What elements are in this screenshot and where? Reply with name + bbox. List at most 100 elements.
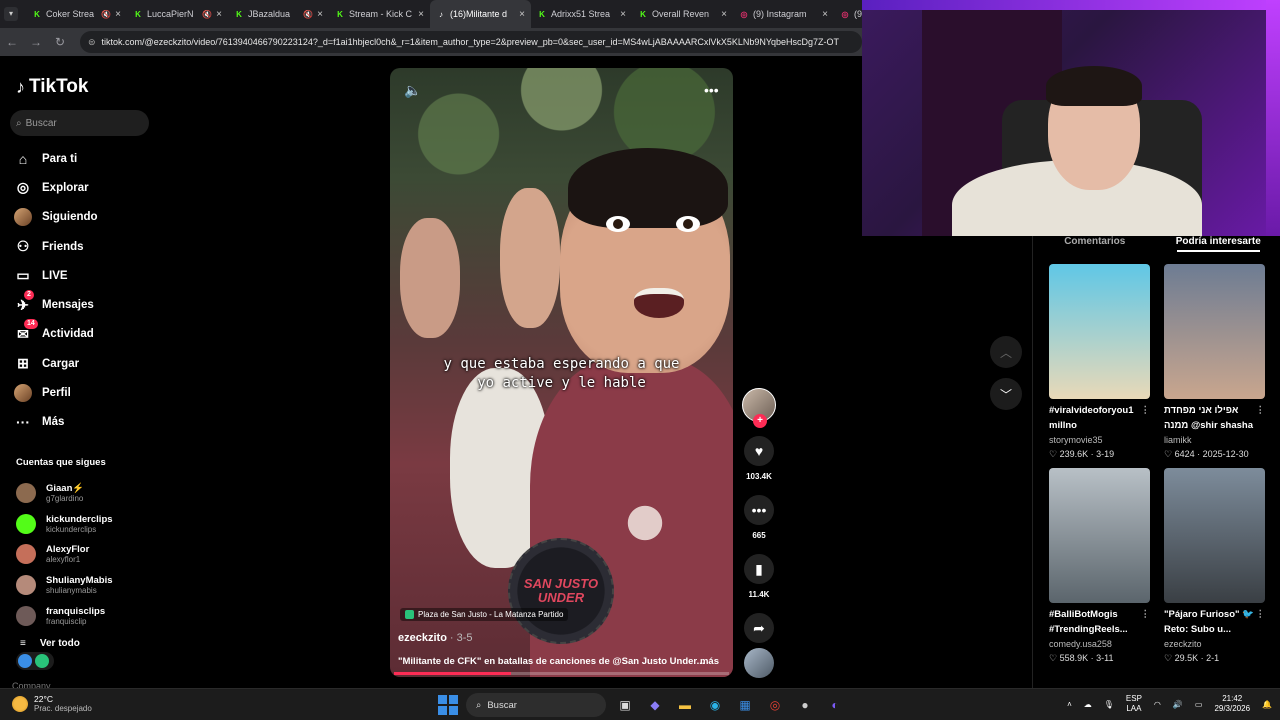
video-author[interactable]: storymovie35 — [1049, 433, 1150, 448]
browser-tab[interactable]: K Overall Reven × — [632, 0, 733, 28]
notifications-bell-icon[interactable]: 🔔 — [1262, 700, 1272, 709]
close-tab-icon[interactable]: × — [317, 9, 323, 20]
more-options-icon[interactable]: ••• — [704, 82, 719, 98]
video-thumbnail[interactable] — [1164, 264, 1265, 399]
battery-icon[interactable]: ▭ — [1195, 700, 1203, 709]
browser-tab[interactable]: K Stream - Kick C × — [329, 0, 430, 28]
nav-item-para-ti[interactable]: ⌂ Para ti — [14, 144, 154, 173]
nav-item-cargar[interactable]: ⊞ Cargar — [14, 349, 154, 378]
browser-tab[interactable]: ◎ (9) Instagram × — [733, 0, 834, 28]
more-options-icon[interactable]: ⋮ — [1141, 607, 1151, 637]
suggested-video-card[interactable]: #BalliBotMogis #TrendingReels... ⋮ comedy.… — [1049, 468, 1150, 665]
video-thumbnail[interactable] — [1164, 468, 1265, 603]
nav-item-más[interactable]: ··· Más — [14, 408, 154, 437]
location-tag[interactable]: Plaza de San Justo - La Matanza Partido — [400, 608, 569, 621]
following-account[interactable]: kickunderclips kickunderclips — [16, 509, 156, 540]
following-account[interactable]: ShulianyMabis shulianymabis — [16, 570, 156, 601]
nav-item-actividad[interactable]: ✉ 14 Actividad — [14, 319, 154, 349]
see-all-link[interactable]: ≡ Ver todo — [20, 638, 80, 649]
comment-button[interactable]: ••• 665 — [740, 495, 778, 540]
close-tab-icon[interactable]: × — [721, 9, 727, 20]
weather-widget[interactable]: 22°C Prac. despejado — [12, 694, 92, 714]
volume-icon[interactable]: 🔊 — [1173, 700, 1183, 709]
close-tab-icon[interactable]: × — [620, 9, 626, 20]
more-options-icon[interactable]: ⋮ — [1256, 403, 1266, 433]
browser-tab[interactable]: K Adrixx51 Strea × — [531, 0, 632, 28]
video-author[interactable]: ezeckzito · 3-5 — [398, 632, 473, 644]
chrome-icon[interactable]: ◎ — [764, 694, 786, 716]
location-text: Plaza de San Justo - La Matanza Partido — [418, 610, 564, 619]
more-options-icon[interactable]: ⋮ — [1141, 403, 1151, 433]
like-button[interactable]: ♥ 103.4K — [740, 436, 778, 481]
suggested-video-card[interactable]: "Pájaro Furioso" 🐦 Reto: Subo u... ⋮ ezeck… — [1164, 468, 1265, 665]
video-author[interactable]: comedy.usa258 — [1049, 637, 1150, 652]
floating-extension-button[interactable] — [16, 652, 54, 670]
more-link[interactable]: más — [700, 656, 719, 667]
background-person — [400, 218, 460, 338]
network-icon[interactable]: ☁ — [1084, 700, 1092, 709]
video-thumbnail[interactable] — [1049, 264, 1150, 399]
suggested-video-card[interactable]: אפילו אני מפחדת ממנה @shir shasha ⋮ liamik… — [1164, 264, 1265, 461]
close-tab-icon[interactable]: × — [418, 9, 424, 20]
obs-icon[interactable]: ● — [794, 694, 816, 716]
more-options-icon[interactable]: ⋮ — [1256, 607, 1266, 637]
tab-comments[interactable]: Comentarios — [1033, 236, 1157, 250]
tiktok-logo[interactable]: ♪ TikTok — [16, 76, 88, 98]
browser-tab[interactable]: K JBazaldua 🔇 × — [228, 0, 329, 28]
browser-tab[interactable]: K Coker Strea 🔇 × — [26, 0, 127, 28]
microphone-icon[interactable]: 🎙 — [1104, 700, 1114, 709]
reload-icon[interactable]: ↻ — [48, 35, 72, 49]
video-progress-bar[interactable] — [394, 672, 729, 675]
nav-item-live[interactable]: ▭ LIVE — [14, 261, 154, 290]
previous-video-chevron-up-icon[interactable]: ︿ — [990, 336, 1022, 368]
follow-plus-icon[interactable]: + — [753, 414, 767, 428]
following-account[interactable]: Giaan⚡ g7glardino — [16, 478, 156, 509]
close-tab-icon[interactable]: × — [822, 9, 828, 20]
close-tab-icon[interactable]: × — [115, 9, 121, 20]
nav-item-perfil[interactable]: Perfil — [14, 378, 154, 407]
muted-speaker-icon[interactable]: 🔇 — [303, 10, 313, 19]
tab-search-icon[interactable]: ▾ — [4, 7, 18, 21]
nav-item-siguiendo[interactable]: Siguiendo — [14, 203, 154, 232]
search-input[interactable]: ⌕ Buscar — [10, 110, 149, 136]
tray-chevron-up-icon[interactable]: ˄ — [1067, 700, 1072, 709]
following-account[interactable]: AlexyFlor alexyflor1 — [16, 539, 156, 570]
back-icon[interactable]: ← — [0, 35, 24, 49]
video-player[interactable]: 🔈 ••• y que estaba esperando a que yo ac… — [390, 68, 733, 677]
video-description: "Militante de CFK" en batallas de cancio… — [398, 656, 723, 667]
browser-tab[interactable]: ♪ (16)Militante d × — [430, 0, 531, 28]
language-indicator[interactable]: ESP LAA — [1126, 694, 1142, 714]
nav-item-mensajes[interactable]: ✈ 2 Mensajes — [14, 290, 154, 319]
browser-tab[interactable]: K LuccaPierN 🔇 × — [127, 0, 228, 28]
site-info-icon[interactable]: ⊜ — [88, 37, 96, 47]
forward-icon[interactable]: → — [24, 35, 48, 49]
windows-start-icon[interactable] — [438, 695, 458, 715]
tab-suggested[interactable]: Podría interesarte — [1157, 236, 1280, 252]
muted-speaker-icon[interactable]: 🔇 — [101, 10, 111, 19]
copilot-icon[interactable]: ◆ — [644, 694, 666, 716]
wifi-icon[interactable]: ◠ — [1154, 700, 1161, 709]
suggested-video-card[interactable]: #viralvideoforyou1 millno ⋮ storymovie35 ♡ … — [1049, 264, 1150, 461]
close-tab-icon[interactable]: × — [519, 9, 525, 20]
address-bar[interactable]: ⊜ tiktok.com/@ezeckzito/video/76139404667… — [80, 31, 862, 53]
video-author[interactable]: liamikk — [1164, 433, 1265, 448]
file-explorer-icon[interactable]: ▬ — [674, 694, 696, 716]
clock[interactable]: 21:42 29/3/2026 — [1214, 694, 1250, 714]
volume-icon[interactable]: 🔈 — [404, 82, 421, 99]
edge-icon[interactable]: ◉ — [704, 694, 726, 716]
nav-item-friends[interactable]: ⚇ Friends — [14, 232, 154, 261]
video-author[interactable]: ezeckzito — [1164, 637, 1265, 652]
taskbar-search[interactable]: ⌕ Buscar — [466, 693, 606, 717]
author-avatar[interactable]: + — [742, 388, 776, 428]
next-video-chevron-down-icon[interactable]: ﹀ — [990, 378, 1022, 410]
store-icon[interactable]: ▦ — [734, 694, 756, 716]
close-tab-icon[interactable]: × — [216, 9, 222, 20]
discord-icon[interactable]: ◐ — [824, 694, 846, 716]
following-account[interactable]: franquisclips franquisclip — [16, 600, 156, 631]
task-view-icon[interactable]: ▣ — [614, 694, 636, 716]
nav-item-explorar[interactable]: ◎ Explorar — [14, 173, 154, 202]
video-thumbnail[interactable] — [1049, 468, 1150, 603]
muted-speaker-icon[interactable]: 🔇 — [202, 10, 212, 19]
save-button[interactable]: ▮ 11.4K — [740, 554, 778, 599]
sound-avatar[interactable] — [744, 648, 774, 678]
